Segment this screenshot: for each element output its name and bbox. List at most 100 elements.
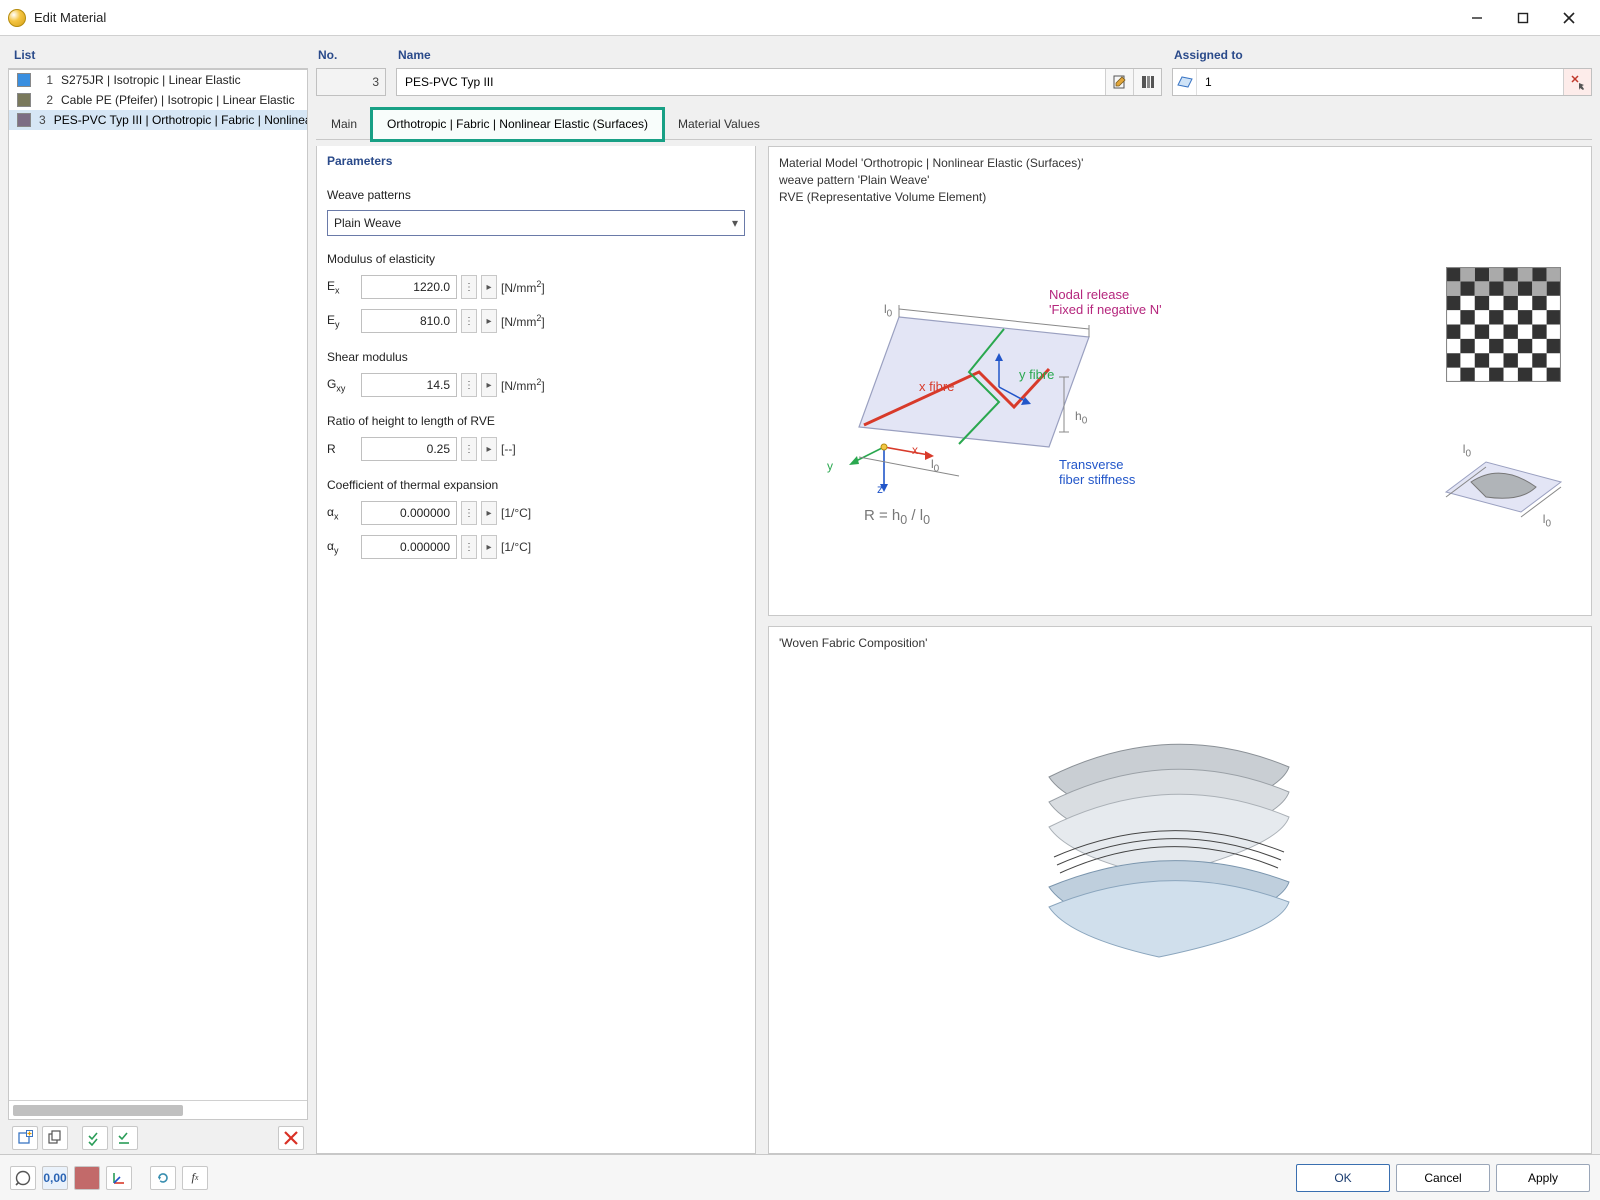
l0-label-top: l0: [884, 302, 892, 319]
list-header: List: [8, 44, 308, 69]
Ey-spin[interactable]: ⋮: [461, 309, 477, 333]
axis-y-label: y: [827, 459, 833, 473]
ok-button[interactable]: OK: [1296, 1164, 1390, 1192]
fabric-composition-box: 'Woven Fabric Composition': [768, 626, 1592, 1154]
refresh-button[interactable]: [150, 1166, 176, 1190]
function-button[interactable]: fx: [182, 1166, 208, 1190]
vis1-line1: Material Model 'Orthotropic | Nonlinear …: [779, 155, 1581, 172]
rve-element-thumb: [1426, 427, 1576, 537]
pick-objects-button[interactable]: [1563, 69, 1591, 95]
tab-orthotropic[interactable]: Orthotropic | Fabric | Nonlinear Elastic…: [372, 109, 663, 140]
weave-label: Weave patterns: [327, 188, 745, 202]
cancel-button[interactable]: Cancel: [1396, 1164, 1490, 1192]
modulus-label: Modulus of elasticity: [327, 252, 745, 266]
ay-symbol: αy: [327, 539, 357, 555]
h0-label: h0: [1075, 409, 1087, 426]
new-item-button[interactable]: [12, 1126, 38, 1150]
Ex-menu[interactable]: ▸: [481, 275, 497, 299]
Ex-symbol: Ex: [327, 279, 357, 295]
plain-weave-thumb: [1446, 267, 1561, 382]
Gxy-spin[interactable]: ⋮: [461, 373, 477, 397]
weave-value: Plain Weave: [334, 216, 401, 230]
l0-label-bottom: l0: [931, 457, 939, 474]
app-icon: [8, 9, 26, 27]
axis-z-label: z: [877, 482, 883, 496]
apply-button[interactable]: Apply: [1496, 1164, 1590, 1192]
parameters-panel: Parameters Weave patterns Plain Weave ▾ …: [316, 146, 756, 1154]
R-input[interactable]: 0.25: [361, 437, 457, 461]
shear-label: Shear modulus: [327, 350, 745, 364]
ax-menu[interactable]: ▸: [481, 501, 497, 525]
tab-main[interactable]: Main: [316, 109, 372, 140]
rve-diagram-box: Material Model 'Orthotropic | Nonlinear …: [768, 146, 1592, 616]
help-button[interactable]: [10, 1166, 36, 1190]
color-button[interactable]: [74, 1166, 100, 1190]
units-button[interactable]: 0,00: [42, 1166, 68, 1190]
R-menu[interactable]: ▸: [481, 437, 497, 461]
minimize-button[interactable]: [1454, 0, 1500, 36]
list-box: 1 S275JR | Isotropic | Linear Elastic 2 …: [8, 69, 308, 1120]
list-item[interactable]: 2 Cable PE (Pfeifer) | Isotropic | Linea…: [9, 90, 307, 110]
list-item-label: S275JR | Isotropic | Linear Elastic: [61, 73, 241, 87]
yfibre-label: y fibre: [1019, 367, 1054, 382]
titlebar: Edit Material: [0, 0, 1600, 36]
delete-item-button[interactable]: [278, 1126, 304, 1150]
edit-name-button[interactable]: [1105, 69, 1133, 95]
name-input[interactable]: [397, 69, 1105, 95]
tab-material-values[interactable]: Material Values: [663, 109, 775, 140]
vis2-title: 'Woven Fabric Composition': [779, 635, 1581, 652]
check-all-button[interactable]: [82, 1126, 108, 1150]
list-item[interactable]: 3 PES-PVC Typ III | Orthotropic | Fabric…: [9, 110, 307, 130]
vis1-line3: RVE (Representative Volume Element): [779, 189, 1581, 206]
assigned-label: Assigned to: [1172, 44, 1592, 68]
Gxy-unit: [N/mm2]: [501, 377, 745, 393]
color-swatch: [17, 93, 31, 107]
maximize-button[interactable]: [1500, 0, 1546, 36]
copy-item-button[interactable]: [42, 1126, 68, 1150]
ax-spin[interactable]: ⋮: [461, 501, 477, 525]
ay-spin[interactable]: ⋮: [461, 535, 477, 559]
R-equation: R = h0 / l0: [864, 507, 930, 527]
R-spin[interactable]: ⋮: [461, 437, 477, 461]
Ex-input[interactable]: 1220.0: [361, 275, 457, 299]
list-item-num: 2: [39, 93, 53, 107]
ax-input[interactable]: 0.000000: [361, 501, 457, 525]
library-button[interactable]: [1133, 69, 1161, 95]
nodal-label: Nodal release 'Fixed if negative N': [1049, 287, 1162, 317]
material-list[interactable]: 1 S275JR | Isotropic | Linear Elastic 2 …: [9, 70, 307, 1100]
no-field[interactable]: 3: [316, 68, 386, 96]
name-label: Name: [396, 44, 1162, 68]
Gxy-menu[interactable]: ▸: [481, 373, 497, 397]
fabric-layers-diagram: [1009, 687, 1329, 967]
close-button[interactable]: [1546, 0, 1592, 36]
list-item-label: PES-PVC Typ III | Orthotropic | Fabric |…: [54, 113, 307, 127]
xfibre-label: x fibre: [919, 379, 954, 394]
chevron-down-icon: ▾: [732, 216, 738, 230]
assigned-input[interactable]: [1197, 69, 1563, 95]
assigned-field-wrap: [1172, 68, 1592, 96]
color-swatch: [17, 113, 31, 127]
Gxy-input[interactable]: 14.5: [361, 373, 457, 397]
window-title: Edit Material: [34, 10, 106, 25]
thumb-l0-right: l0: [1543, 512, 1551, 529]
right-area: No. 3 Name Assigned to: [316, 44, 1592, 1154]
parameters-header: Parameters: [327, 154, 745, 172]
ay-input[interactable]: 0.000000: [361, 535, 457, 559]
tab-bar: Main Orthotropic | Fabric | Nonlinear El…: [316, 108, 1592, 140]
ay-menu[interactable]: ▸: [481, 535, 497, 559]
ax-unit: [1/°C]: [501, 506, 745, 520]
list-panel: List 1 S275JR | Isotropic | Linear Elast…: [8, 44, 308, 1154]
no-value: 3: [372, 75, 379, 89]
Ey-menu[interactable]: ▸: [481, 309, 497, 333]
list-horizontal-scrollbar[interactable]: [9, 1100, 307, 1119]
weave-pattern-combo[interactable]: Plain Weave ▾: [327, 210, 745, 236]
Ex-spin[interactable]: ⋮: [461, 275, 477, 299]
Ey-symbol: Ey: [327, 313, 357, 329]
list-item-num: 1: [39, 73, 53, 87]
check-selected-button[interactable]: [112, 1126, 138, 1150]
Ey-input[interactable]: 810.0: [361, 309, 457, 333]
R-unit: [--]: [501, 442, 745, 456]
coords-button[interactable]: [106, 1166, 132, 1190]
transverse-label: Transverse fiber stiffness: [1059, 457, 1135, 487]
list-item[interactable]: 1 S275JR | Isotropic | Linear Elastic: [9, 70, 307, 90]
